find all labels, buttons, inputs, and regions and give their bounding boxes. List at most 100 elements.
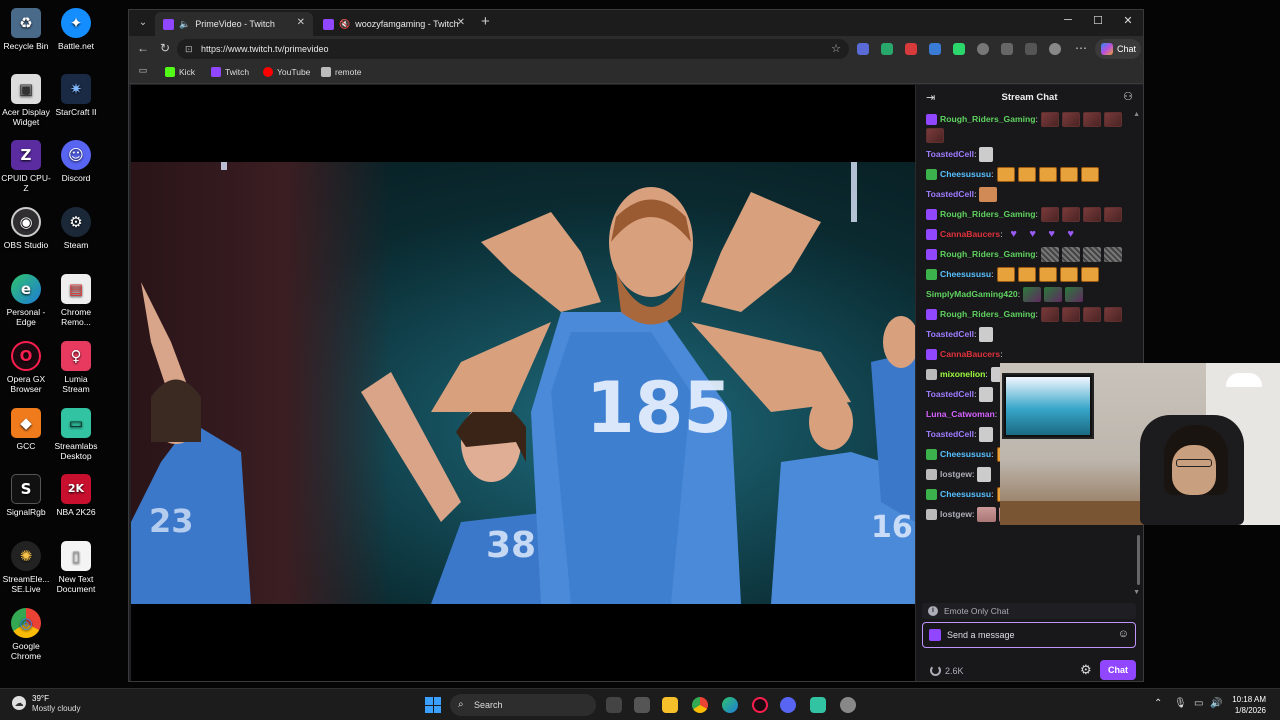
tab-actions-chevron-icon[interactable]: ⌄ — [135, 15, 151, 31]
extension-icon[interactable] — [881, 43, 893, 55]
chat-emote-icon[interactable] — [1082, 246, 1101, 262]
chat-emote-icon[interactable]: ♥ — [1025, 227, 1041, 242]
chat-username[interactable]: mixonelion — [940, 365, 985, 383]
chat-badge-icon[interactable] — [926, 248, 937, 260]
chat-username[interactable]: ToastedCell — [926, 145, 974, 163]
chat-emote-icon[interactable] — [1017, 166, 1036, 182]
site-info-icon[interactable]: ⊡ — [185, 39, 193, 59]
chat-input-box[interactable]: ☺ — [922, 622, 1136, 648]
tab-close-icon[interactable]: ✕ — [457, 17, 465, 28]
chat-emote-icon[interactable] — [1065, 286, 1084, 302]
chat-username[interactable]: ToastedCell — [926, 185, 974, 203]
tab-woozyfamgaming[interactable]: 🔇 woozyfamgaming - Twitch ✕ — [315, 12, 473, 36]
chat-emote-icon[interactable] — [1061, 111, 1080, 127]
start-button[interactable] — [425, 697, 441, 713]
chrome-taskbar-icon[interactable] — [692, 697, 708, 713]
chat-emote-icon[interactable] — [1038, 266, 1057, 282]
chat-emote-icon[interactable] — [979, 426, 994, 442]
chat-emote-icon[interactable] — [1061, 246, 1080, 262]
send-chat-button[interactable]: Chat — [1100, 660, 1136, 680]
desktop-icon-signalrgb[interactable]: S SignalRgb — [0, 474, 52, 517]
maximize-button[interactable]: ☐ — [1083, 14, 1113, 27]
chat-emote-icon[interactable] — [1103, 306, 1122, 322]
edge-taskbar-icon[interactable] — [722, 697, 738, 713]
desktop-icon-google-chrome[interactable]: ◎ Google Chrome — [0, 608, 52, 661]
chat-emote-icon[interactable] — [1082, 306, 1101, 322]
refresh-extension-icon[interactable] — [977, 43, 989, 55]
chat-username[interactable]: ToastedCell — [926, 325, 974, 343]
speaker-icon[interactable]: 🔈 — [179, 19, 190, 30]
profile-avatar-icon[interactable] — [1049, 43, 1061, 55]
muted-speaker-icon[interactable]: 🔇 — [339, 19, 350, 30]
desktop-icon-acer-widget[interactable]: ▣ Acer Display Widget — [0, 74, 52, 127]
chat-emote-icon[interactable] — [979, 146, 994, 162]
desktop-icon-opera-gx[interactable]: O Opera GX Browser — [0, 341, 52, 394]
chat-emote-icon[interactable] — [1082, 111, 1101, 127]
desktop-icon-battlenet[interactable]: ✦ Battle.net — [50, 8, 102, 51]
chat-emote-icon[interactable] — [1080, 266, 1099, 282]
chat-emote-icon[interactable] — [1038, 166, 1057, 182]
desktop-icon-steam[interactable]: ⚙ Steam — [50, 207, 102, 250]
chat-message-input[interactable] — [947, 627, 1107, 643]
close-window-button[interactable]: ✕ — [1113, 14, 1143, 27]
chat-emote-icon[interactable] — [1080, 166, 1099, 182]
chat-messages[interactable]: Rough_Riders_Gaming: ToastedCell: Cheesusu… — [916, 109, 1136, 599]
chat-emote-icon[interactable] — [979, 386, 994, 402]
favorite-star-icon[interactable]: ☆ — [831, 39, 841, 59]
volume-icon[interactable]: 🔊 — [1210, 698, 1222, 709]
chat-emote-icon[interactable] — [996, 166, 1015, 182]
channel-points-badge-icon[interactable] — [929, 629, 941, 641]
weather-widget[interactable]: ☁ 39°F Mostly cloudy — [12, 694, 80, 714]
chat-emote-icon[interactable] — [1044, 286, 1063, 302]
chat-emote-icon[interactable] — [1082, 206, 1101, 222]
chat-badge-icon[interactable] — [926, 113, 937, 125]
chat-emote-icon[interactable] — [1059, 266, 1078, 282]
chat-emote-icon[interactable] — [1017, 266, 1036, 282]
favorite-kick[interactable]: Kick — [165, 67, 195, 77]
chat-emote-icon[interactable]: ♥ — [1063, 227, 1079, 242]
new-tab-button[interactable]: + — [481, 13, 490, 30]
chat-emote-icon[interactable] — [1040, 111, 1059, 127]
chat-emote-icon[interactable] — [979, 186, 998, 202]
chat-username[interactable]: lostgew — [940, 465, 972, 483]
chat-username[interactable]: Cheesususu — [940, 485, 991, 503]
chat-settings-gear-icon[interactable]: ⚙ — [1080, 662, 1092, 678]
desktop-icon-streamelements[interactable]: ✺ StreamEle... SE.Live — [0, 541, 52, 594]
show-hidden-icons-chevron-icon[interactable]: ⌃ — [1154, 698, 1162, 709]
chat-emote-icon[interactable] — [926, 128, 944, 143]
chat-badge-icon[interactable] — [926, 308, 937, 320]
copilot-chat-button[interactable]: Chat — [1095, 39, 1141, 59]
chat-badge-icon[interactable] — [926, 208, 937, 220]
microphone-icon[interactable]: 🎙 — [1174, 698, 1187, 709]
taskbar-search[interactable]: ⌕ Search — [450, 694, 596, 716]
webcam-overlay[interactable] — [1000, 363, 1280, 525]
chat-emote-icon[interactable] — [979, 326, 994, 342]
lumia-taskbar-icon[interactable] — [840, 697, 856, 713]
system-clock[interactable]: 10:18 AM 1/8/2026 — [1226, 694, 1266, 716]
chat-username[interactable]: CannaBaucers — [940, 225, 1000, 243]
chat-badge-icon[interactable] — [926, 368, 937, 380]
tab-close-icon[interactable]: ✕ — [297, 17, 305, 28]
chat-badge-icon[interactable] — [926, 508, 937, 520]
favorite-twitch[interactable]: Twitch — [211, 67, 249, 77]
chat-username[interactable]: CannaBaucers — [940, 345, 1000, 363]
opera-gx-taskbar-icon[interactable] — [752, 697, 768, 713]
desktop-icon-starcraft[interactable]: ✷ StarCraft II — [50, 74, 102, 117]
chat-emote-icon[interactable] — [1040, 206, 1059, 222]
desktop-icon-streamlabs[interactable]: ▭ Streamlabs Desktop — [50, 408, 102, 461]
chat-emote-icon[interactable] — [1061, 306, 1080, 322]
chat-username[interactable]: Cheesususu — [940, 265, 991, 283]
favorite-youtube[interactable]: YouTube — [263, 67, 310, 77]
chat-badge-icon[interactable] — [926, 468, 937, 480]
chat-username[interactable]: Cheesususu — [940, 165, 991, 183]
back-arrow-icon[interactable]: ← — [135, 41, 151, 55]
chat-emote-icon[interactable]: ♥ — [1006, 227, 1022, 242]
scroll-up-arrow-icon[interactable]: ▲ — [1133, 111, 1140, 118]
chat-username[interactable]: SimplyMadGaming420 — [926, 285, 1018, 303]
desktop-icon-edge[interactable]: e Personal - Edge — [0, 274, 52, 327]
chat-badge-icon[interactable] — [926, 168, 937, 180]
desktop-icon-lumia[interactable]: ♀ Lumia Stream — [50, 341, 102, 394]
chat-emote-icon[interactable] — [1040, 306, 1059, 322]
extension-icon[interactable] — [929, 43, 941, 55]
chat-emote-icon[interactable] — [1040, 246, 1059, 262]
